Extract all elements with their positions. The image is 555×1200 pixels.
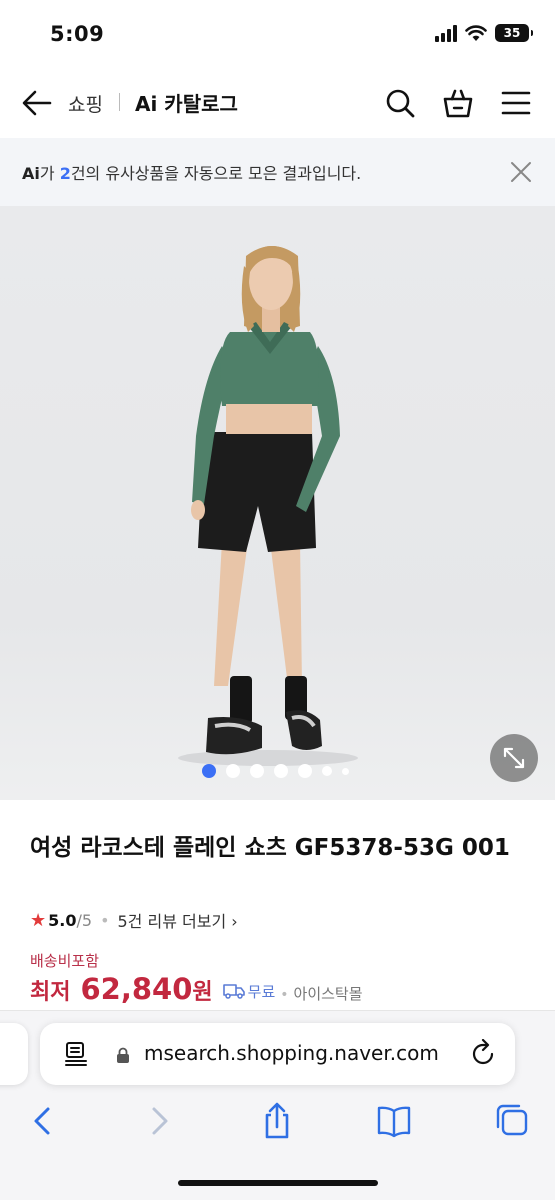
page-title: Ai 카탈로그	[135, 92, 238, 116]
star-icon: ★	[30, 909, 47, 931]
rating-value: 5.0	[48, 910, 77, 930]
shipping-included-label: 배송비포함	[30, 952, 100, 970]
carousel-dot[interactable]	[274, 764, 288, 778]
ai-notice-text: Ai가 2건의 유사상품을 자동으로 모은 결과입니다.	[22, 160, 361, 184]
search-icon[interactable]	[384, 87, 416, 119]
carousel-dot[interactable]	[226, 764, 240, 778]
rating-row: ★ 5.0 /5 • 5건 리뷰 더보기 ›	[30, 908, 238, 932]
price-row: 최저 62,840 원 무료 • 아이스탁몰	[30, 972, 363, 1006]
carousel-dot-active[interactable]	[202, 764, 216, 778]
price-prefix: 최저	[30, 980, 71, 1005]
carousel-dot[interactable]	[322, 766, 332, 776]
url-text: msearch.shopping.naver.com	[144, 1041, 439, 1065]
ai-logo: Ai	[22, 164, 40, 183]
address-bar[interactable]: msearch.shopping.naver.com	[40, 1023, 515, 1085]
shopping-bag-icon[interactable]	[442, 87, 474, 119]
seller-name[interactable]: 아이스탁몰	[294, 983, 363, 1004]
rating-max: /5	[76, 910, 93, 930]
review-link[interactable]: 5건 리뷰 더보기 ›	[118, 908, 238, 932]
ai-notice-count: 2	[59, 164, 71, 183]
browser-bottom-bar: msearch.shopping.naver.com	[0, 1010, 555, 1200]
page-menu-icon[interactable]	[64, 1041, 88, 1067]
bookmarks-icon[interactable]	[376, 1101, 412, 1141]
wifi-icon	[465, 24, 487, 41]
review-link-label: 5건 리뷰 더보기	[117, 912, 227, 931]
browser-forward-icon[interactable]	[142, 1101, 178, 1141]
carousel-dot[interactable]	[250, 764, 264, 778]
product-image-carousel[interactable]	[0, 206, 555, 800]
price-unit: 원	[192, 980, 213, 1005]
previous-tab-card[interactable]	[0, 1023, 28, 1085]
product-title: 여성 라코스테 플레인 쇼츠 GF5378-53G 001	[30, 835, 510, 861]
ai-notice-prefix: 가	[39, 164, 60, 183]
free-shipping: 무료	[222, 981, 276, 1002]
status-time: 5:09	[50, 22, 105, 46]
tabs-icon[interactable]	[494, 1101, 530, 1141]
carousel-indicators	[202, 764, 349, 778]
expand-image-button[interactable]	[490, 734, 538, 782]
ai-notice-suffix: 건의 유사상품을 자동으로 모은 결과입니다.	[70, 164, 362, 183]
lock-icon	[117, 1047, 129, 1063]
status-icons: 35	[435, 24, 533, 42]
price-value: 62,840	[80, 972, 193, 1006]
carousel-dot[interactable]	[342, 767, 349, 775]
seller-separator: •	[280, 987, 289, 1003]
breadcrumb-shopping-link[interactable]: 쇼핑	[68, 90, 103, 117]
reload-icon[interactable]	[469, 1039, 497, 1069]
expand-icon	[503, 747, 525, 769]
product-photo	[178, 246, 358, 766]
delivery-truck-icon	[222, 984, 245, 999]
chevron-right-icon: ›	[231, 912, 238, 931]
close-icon[interactable]	[509, 160, 533, 184]
back-arrow-icon[interactable]	[20, 86, 54, 120]
free-shipping-label: 무료	[247, 982, 276, 1001]
app-header: 쇼핑 Ai 카탈로그	[0, 70, 555, 136]
battery-icon: 35	[495, 24, 533, 42]
rating-separator: •	[100, 910, 110, 930]
ai-notice-banner: Ai가 2건의 유사상품을 자동으로 모은 결과입니다.	[0, 138, 555, 206]
breadcrumb-divider	[119, 93, 120, 111]
browser-back-icon[interactable]	[24, 1101, 60, 1141]
status-bar: 5:09 35	[0, 0, 555, 70]
home-indicator	[178, 1180, 378, 1186]
cellular-signal-icon	[435, 24, 457, 42]
share-icon[interactable]	[259, 1101, 295, 1141]
menu-icon[interactable]	[500, 87, 532, 119]
carousel-dot[interactable]	[298, 764, 312, 778]
